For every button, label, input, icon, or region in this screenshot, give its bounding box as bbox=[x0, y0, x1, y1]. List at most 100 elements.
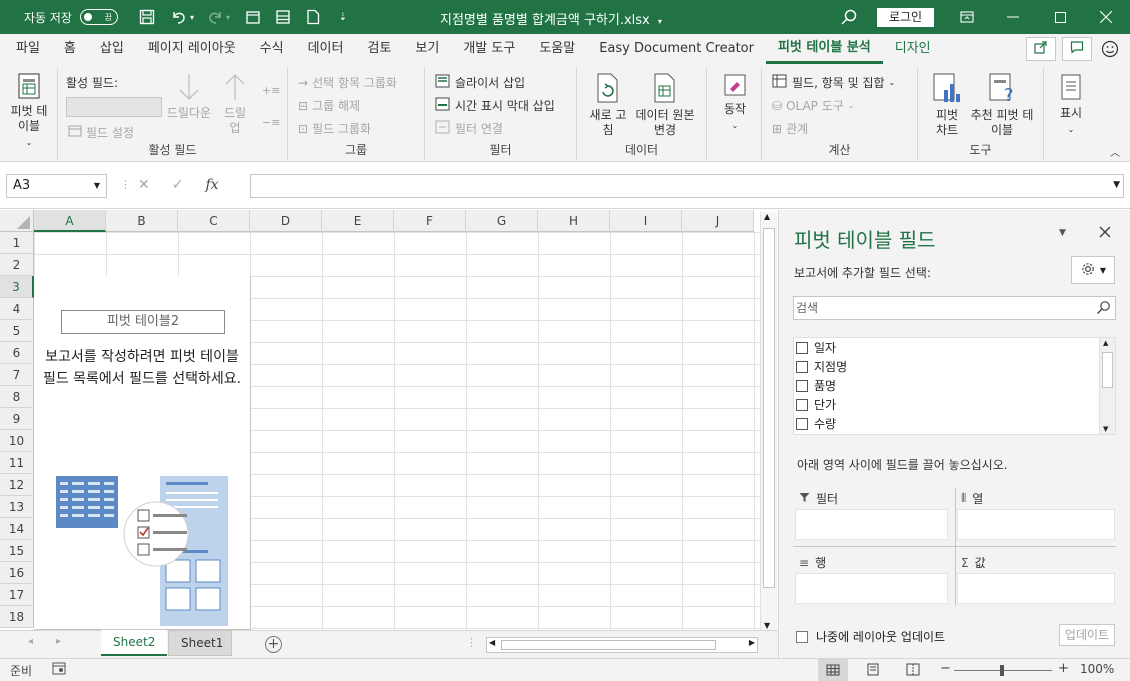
field-item-amount[interactable]: 금액 bbox=[794, 433, 1115, 434]
row-header-10[interactable]: 10 bbox=[0, 430, 34, 452]
horizontal-scrollbar[interactable]: ◀ ▶ bbox=[486, 637, 758, 653]
pane-close-icon[interactable] bbox=[1099, 226, 1111, 241]
page-layout-view-icon[interactable] bbox=[866, 663, 880, 679]
field-item-product[interactable]: 품명 bbox=[794, 376, 1115, 395]
row-header-14[interactable]: 14 bbox=[0, 518, 34, 540]
column-header-d[interactable]: D bbox=[250, 210, 322, 232]
scroll-right-icon[interactable]: ▶ bbox=[749, 638, 755, 647]
field-checkbox[interactable] bbox=[796, 379, 808, 392]
autosave-control[interactable]: 자동 저장 끔 bbox=[24, 9, 118, 26]
save-icon[interactable] bbox=[138, 8, 156, 26]
fields-items-sets-button[interactable]: 필드, 항목 및 집합 ⌄ bbox=[772, 74, 895, 91]
row-header-3[interactable]: 3 bbox=[0, 276, 34, 298]
zoom-out-icon[interactable]: − bbox=[940, 661, 951, 676]
zoom-slider-thumb[interactable] bbox=[1000, 665, 1004, 676]
scroll-sheets-right-icon[interactable]: ▸ bbox=[56, 636, 61, 647]
row-header-17[interactable]: 17 bbox=[0, 584, 34, 606]
filters-drop-area[interactable] bbox=[795, 509, 948, 540]
row-header-15[interactable]: 15 bbox=[0, 540, 34, 562]
columns-drop-area[interactable] bbox=[957, 509, 1115, 540]
zoom-slider[interactable] bbox=[954, 665, 1052, 676]
select-all-corner[interactable] bbox=[0, 210, 34, 232]
undo-icon[interactable] bbox=[170, 8, 188, 26]
scroll-up-icon[interactable]: ▲ bbox=[764, 212, 770, 221]
insert-timeline-button[interactable]: 시간 표시 막대 삽입 bbox=[435, 97, 555, 114]
row-header-2[interactable]: 2 bbox=[0, 254, 34, 276]
tab-pivottable-analyze[interactable]: 피벗 테이블 분석 bbox=[765, 34, 883, 64]
vertical-scrollbar[interactable]: ▲ ▼ bbox=[760, 212, 777, 630]
row-header-13[interactable]: 13 bbox=[0, 496, 34, 518]
change-data-source-button[interactable]: 데이터 원본 변경 bbox=[633, 72, 697, 138]
close-icon[interactable] bbox=[1083, 0, 1129, 34]
tab-formulas[interactable]: 수식 bbox=[248, 34, 296, 64]
insert-sheet-icon[interactable] bbox=[244, 8, 262, 26]
name-box[interactable]: A3 ▼ bbox=[6, 174, 107, 198]
field-checkbox[interactable] bbox=[796, 417, 808, 430]
column-header-c[interactable]: C bbox=[178, 210, 250, 232]
tab-view[interactable]: 보기 bbox=[403, 34, 451, 64]
new-sheet-button[interactable]: + bbox=[265, 636, 282, 653]
share-button[interactable] bbox=[1026, 37, 1056, 61]
row-header-6[interactable]: 6 bbox=[0, 342, 34, 364]
field-checkbox[interactable] bbox=[796, 398, 808, 411]
column-header-a[interactable]: A bbox=[34, 210, 106, 232]
collapse-ribbon-icon[interactable]: ︿ bbox=[1110, 144, 1120, 159]
row-header-5[interactable]: 5 bbox=[0, 320, 34, 342]
pane-options-dropdown-icon[interactable]: ▼ bbox=[1059, 228, 1066, 238]
normal-view-icon[interactable] bbox=[818, 659, 848, 681]
horizontal-scroll-thumb[interactable] bbox=[501, 640, 716, 650]
values-drop-area[interactable] bbox=[957, 573, 1115, 604]
row-header-4[interactable]: 4 bbox=[0, 298, 34, 320]
undo-dropdown-icon[interactable]: ▾ bbox=[188, 8, 196, 26]
field-search-input[interactable]: 검색 bbox=[793, 296, 1116, 320]
pivottable-placeholder[interactable]: 피벗 테이블2 보고서를 작성하려면 피벗 테이블 필드 목록에서 필드를 선택… bbox=[34, 276, 251, 630]
field-list-settings-button[interactable]: ▼ bbox=[1071, 256, 1115, 284]
recommended-pivottables-button[interactable]: ? 추천 피벗 테이블 bbox=[968, 72, 1036, 138]
tab-help[interactable]: 도움말 bbox=[527, 34, 587, 64]
scroll-down-icon[interactable]: ▼ bbox=[764, 621, 770, 630]
refresh-button[interactable]: 새로 고침 bbox=[587, 72, 629, 138]
defer-layout-checkbox[interactable] bbox=[796, 630, 808, 643]
column-header-b[interactable]: B bbox=[106, 210, 178, 232]
insert-function-button[interactable]: fx bbox=[205, 177, 218, 193]
search-icon[interactable] bbox=[840, 8, 858, 26]
show-button[interactable]: 표시 ⌄ bbox=[1054, 72, 1088, 137]
actions-button[interactable]: 동작 ⌄ bbox=[715, 72, 755, 133]
maximize-icon[interactable] bbox=[1037, 0, 1083, 34]
row-header-9[interactable]: 9 bbox=[0, 408, 34, 430]
tab-page-layout[interactable]: 페이지 레이아웃 bbox=[136, 34, 248, 64]
row-header-18[interactable]: 18 bbox=[0, 606, 34, 628]
minimize-icon[interactable] bbox=[990, 0, 1036, 34]
expand-formula-bar-icon[interactable]: ▼ bbox=[1113, 180, 1120, 190]
tab-data[interactable]: 데이터 bbox=[296, 34, 356, 64]
field-item-unit-price[interactable]: 단가 bbox=[794, 395, 1115, 414]
tab-split-grip-icon[interactable]: ⋮ bbox=[466, 636, 477, 649]
vertical-scroll-thumb[interactable] bbox=[763, 228, 775, 588]
ribbon-display-options-icon[interactable] bbox=[944, 0, 990, 34]
form-icon[interactable] bbox=[274, 8, 292, 26]
login-button[interactable]: 로그인 bbox=[877, 8, 934, 27]
rows-drop-area[interactable] bbox=[795, 573, 948, 604]
field-item-branch[interactable]: 지점명 bbox=[794, 357, 1115, 376]
macro-record-icon[interactable] bbox=[52, 662, 66, 678]
row-header-11[interactable]: 11 bbox=[0, 452, 34, 474]
worksheet-grid[interactable]: ABCDEFGHIJ 1 2 3 4 5 6 7 8 9 10 11 12 13 14 15 16 17 18 피… bbox=[0, 210, 760, 630]
tab-design[interactable]: 디자인 bbox=[883, 34, 943, 64]
scroll-up-icon[interactable]: ▲ bbox=[1103, 339, 1108, 347]
row-header-7[interactable]: 7 bbox=[0, 364, 34, 386]
column-header-f[interactable]: F bbox=[394, 210, 466, 232]
document-title[interactable]: 지점명별 품명별 합계금액 구하기.xlsx ▾ bbox=[440, 9, 662, 28]
field-checkbox[interactable] bbox=[796, 341, 808, 354]
scroll-down-icon[interactable]: ▼ bbox=[1103, 425, 1108, 433]
column-header-j[interactable]: J bbox=[682, 210, 754, 232]
sheet-tab-sheet2[interactable]: Sheet2 bbox=[101, 630, 167, 656]
pivottable-button[interactable]: 피벗 테이블 ⌄ bbox=[6, 72, 52, 150]
pivotchart-button[interactable]: 피벗 차트 bbox=[926, 72, 968, 138]
row-header-8[interactable]: 8 bbox=[0, 386, 34, 408]
zoom-level[interactable]: 100% bbox=[1080, 662, 1114, 676]
field-list-scroll-thumb[interactable] bbox=[1102, 352, 1113, 388]
customize-toolbar-icon[interactable]: ⇣ bbox=[334, 8, 352, 26]
tab-easy-document-creator[interactable]: Easy Document Creator bbox=[587, 34, 766, 64]
column-header-e[interactable]: E bbox=[322, 210, 394, 232]
tab-insert[interactable]: 삽입 bbox=[88, 34, 136, 64]
